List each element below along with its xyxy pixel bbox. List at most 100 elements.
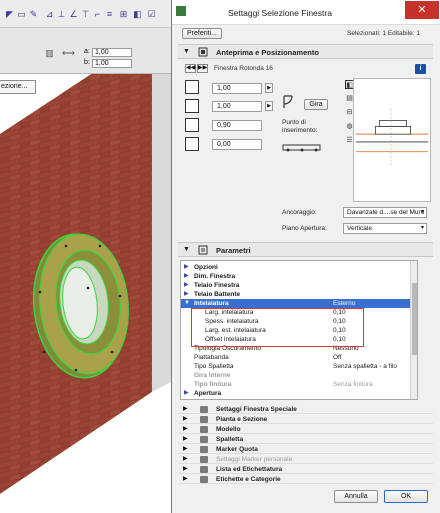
parameter-name: Piattabanda: [194, 354, 229, 361]
info-button[interactable]: i: [415, 64, 426, 74]
view-toolbar: ◤ ▭ ✎ ⊿ ⊥ ∠ ⊤ ⌐ ≡ ⊞ ◧ ☑: [0, 0, 175, 28]
category-icon: [200, 456, 208, 463]
angle-tool-icon[interactable]: ∠: [68, 9, 79, 20]
expand-arrow-icon[interactable]: ▶: [183, 435, 188, 444]
door-swing-icon[interactable]: [282, 94, 298, 110]
category-row[interactable]: ▶ Lista ed Etichettatura: [178, 465, 433, 474]
favorites-button[interactable]: Preferiti...: [182, 28, 222, 39]
parameter-list[interactable]: ▶ Opzioni ▶ Dim. Finestra ▶ Telaio Finestra ▶ T…: [180, 260, 418, 400]
width-link-arrow[interactable]: ▶: [265, 83, 273, 93]
parameter-value[interactable]: Senza spalletta - a filo: [333, 362, 397, 371]
rotate-button[interactable]: Gira: [304, 99, 328, 110]
fillet-tool-icon[interactable]: ⌐: [92, 9, 103, 20]
trace-tool-icon[interactable]: ⊞: [118, 9, 129, 20]
dialog-titlebar[interactable]: Settaggi Selezione Finestra ✕: [172, 0, 440, 25]
expanded-arrow-icon[interactable]: ▼: [184, 299, 190, 308]
parameter-row[interactable]: ▶ Apertura: [181, 389, 417, 398]
parameter-row[interactable]: Piattabanda Off: [181, 353, 417, 362]
scrollbar-thumb[interactable]: [412, 283, 417, 355]
parameters-section-header[interactable]: ▼ Parametri: [178, 242, 433, 257]
category-row[interactable]: ▶ Spalletta: [178, 435, 433, 444]
sill-height-field[interactable]: 0,90: [212, 120, 262, 131]
anchor-select[interactable]: Davanzale d....se del Muro ▾: [343, 207, 427, 218]
insertion-point-icon[interactable]: [282, 141, 322, 153]
grid-tool-icon[interactable]: ≡: [104, 9, 115, 20]
expand-arrow-icon[interactable]: ▶: [183, 415, 188, 424]
parameter-value[interactable]: Off: [333, 353, 342, 362]
category-row[interactable]: ▶ Settaggi Marker personale: [178, 455, 433, 464]
category-icon: [200, 406, 208, 413]
parameter-row[interactable]: ▶ Telaio Finestra: [181, 281, 417, 290]
category-row[interactable]: ▶ Settaggi Finestra Speciale: [178, 405, 433, 414]
next-object-button[interactable]: ▶▶: [197, 64, 208, 73]
info-box: ezione... ▥ ⟷ a: 1,00 b: 1,00: [0, 28, 175, 94]
parameter-row[interactable]: Tipo Spalletta Senza spalletta - a filo: [181, 362, 417, 371]
expand-arrow-icon[interactable]: ▶: [183, 425, 188, 434]
highlight-box: [191, 308, 364, 347]
cancel-button[interactable]: Annulla: [334, 490, 378, 503]
expand-arrow-icon[interactable]: ▶: [184, 263, 189, 272]
width-icon: [185, 80, 199, 94]
category-row[interactable]: ▶ Pianta e Sezione: [178, 415, 433, 424]
width-field[interactable]: 1,00: [212, 83, 262, 94]
expand-arrow-icon[interactable]: ▶: [184, 272, 189, 281]
3d-viewport[interactable]: ◤ ▭ ✎ ⊿ ⊥ ∠ ⊤ ⌐ ≡ ⊞ ◧ ☑ ezione... ▥ ⟷ a:…: [0, 0, 175, 513]
parameter-row[interactable]: ▶ Dim. Finestra: [181, 272, 417, 281]
parameter-value[interactable]: Esterno: [333, 299, 355, 308]
guide-tool-icon[interactable]: ⊥: [56, 9, 67, 20]
height-icon: [185, 99, 199, 113]
expand-arrow-icon[interactable]: ▶: [183, 405, 188, 414]
category-label: Marker Quota: [216, 446, 258, 453]
snap-tool-icon[interactable]: ⊿: [44, 9, 55, 20]
preview-image: [353, 78, 431, 202]
expand-arrow-icon[interactable]: ▶: [184, 281, 189, 290]
geometry-icon[interactable]: ▥: [44, 48, 55, 59]
preview-panel: ◀◀ ▶▶ Finestra Rotonda 16 i 1,00 ▶ 1,00 …: [178, 60, 433, 241]
check-tool-icon[interactable]: ☑: [146, 9, 157, 20]
arrow-tool-icon[interactable]: ◤: [4, 9, 15, 20]
preview-section-header[interactable]: ▼ Anteprima e Posizionamento: [178, 44, 433, 59]
expand-arrow-icon[interactable]: ▶: [184, 389, 189, 398]
3d-scene[interactable]: [0, 74, 175, 513]
category-row[interactable]: ▶ Etichette e Categorie: [178, 475, 433, 484]
parameter-row[interactable]: Tipo finitura Senza finitura: [181, 380, 417, 389]
ok-button[interactable]: OK: [384, 490, 428, 503]
b-field[interactable]: 1,00: [92, 59, 132, 68]
parameter-row[interactable]: Gira Interne: [181, 371, 417, 380]
layer-tool-icon[interactable]: ◧: [132, 9, 143, 20]
expand-arrow-icon[interactable]: ▶: [183, 475, 188, 484]
close-button[interactable]: ✕: [405, 1, 439, 19]
category-label: Settaggi Finestra Speciale: [216, 406, 297, 413]
chevron-down-icon: ▾: [420, 209, 424, 215]
expand-arrow-icon[interactable]: ▶: [183, 455, 188, 464]
category-label: Lista ed Etichettatura: [216, 466, 283, 473]
anchor-label: Ancoraggio:: [282, 209, 317, 216]
opening-plane-select[interactable]: Verticale ▾: [343, 223, 427, 234]
category-row[interactable]: ▶ Marker Quota: [178, 445, 433, 454]
offset-field[interactable]: 0,00: [212, 139, 262, 150]
category-row[interactable]: ▶ Modello: [178, 425, 433, 434]
gravity-icon[interactable]: ⊤: [80, 9, 91, 20]
parameter-row[interactable]: ▶ Telaio Battente: [181, 290, 417, 299]
parameter-value[interactable]: Senza finitura: [333, 380, 373, 389]
window-settings-dialog: Settaggi Selezione Finestra ✕ Preferiti.…: [171, 0, 440, 513]
height-field[interactable]: 1,00: [212, 101, 262, 112]
expand-arrow-icon[interactable]: ▶: [183, 465, 188, 474]
offset-icon: [185, 137, 199, 151]
parameter-list-scrollbar[interactable]: [410, 261, 417, 399]
parameter-row[interactable]: ▼ Intelaiatura Esterno: [181, 299, 417, 308]
previous-object-button[interactable]: ◀◀: [185, 64, 196, 73]
parameter-name: Telaio Finestra: [194, 282, 240, 289]
parameter-name: Telaio Battente: [194, 291, 241, 298]
a-field[interactable]: 1,00: [92, 48, 132, 57]
parameters-section-title: Parametri: [216, 246, 251, 255]
screen: ◤ ▭ ✎ ⊿ ⊥ ∠ ⊤ ⌐ ≡ ⊞ ◧ ☑ ezione... ▥ ⟷ a:…: [0, 0, 440, 513]
marquee-tool-icon[interactable]: ▭: [16, 9, 27, 20]
parameter-name: Apertura: [194, 390, 222, 397]
expand-arrow-icon[interactable]: ▶: [183, 445, 188, 454]
expand-arrow-icon[interactable]: ▶: [184, 290, 189, 299]
dimension-icon[interactable]: ⟷: [62, 48, 75, 59]
parameter-row[interactable]: ▶ Opzioni: [181, 263, 417, 272]
height-link-arrow[interactable]: ▶: [265, 101, 273, 111]
pencil-tool-icon[interactable]: ✎: [28, 9, 39, 20]
